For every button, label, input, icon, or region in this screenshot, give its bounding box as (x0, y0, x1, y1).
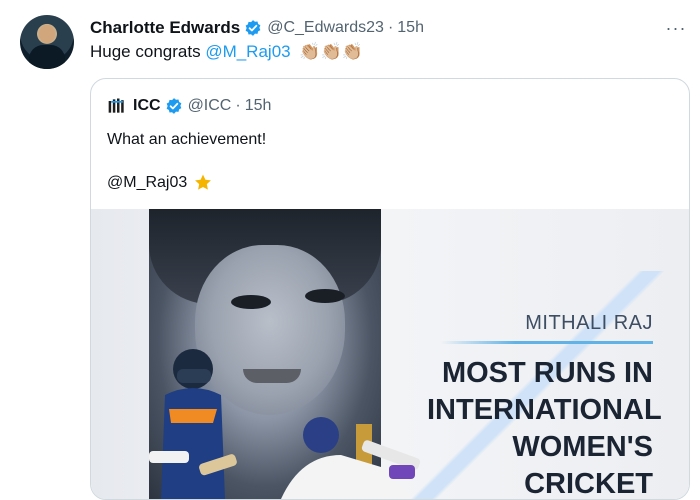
tweet-media-image[interactable]: MITHALI RAJ MOST RUNS IN INTERNATIONAL W… (91, 209, 689, 499)
quoted-time[interactable]: 15h (245, 97, 272, 115)
portrait-mouth (243, 369, 301, 383)
quoted-tweet[interactable]: ICC @ICC · 15h What an achievement! @M_R… (90, 78, 690, 500)
headline: MOST RUNS IN INTERNATIONAL WOMEN'S CRICK… (427, 355, 662, 500)
verified-badge-icon (245, 20, 261, 36)
quoted-mention: @M_Raj03 (107, 174, 188, 191)
quoted-header: ICC @ICC · 15h (107, 95, 271, 117)
headline-line: WOMEN'S (512, 431, 653, 463)
star-icon (195, 174, 212, 190)
verified-badge-icon (166, 98, 181, 114)
headline-line: MOST RUNS IN (441, 357, 653, 389)
headline-line: INTERNATIONAL (427, 394, 662, 426)
author-handle[interactable]: @C_Edwards23 (267, 19, 384, 37)
mention-link[interactable]: @M_Raj03 (205, 42, 290, 61)
avatar-face (39, 25, 55, 43)
tweet-text: Huge congrats @M_Raj03 👏🏼👏🏼👏🏼 (90, 42, 363, 62)
tweet-header: Charlotte Edwards @C_Edwards23 · 15h (90, 16, 424, 40)
author-name[interactable]: Charlotte Edwards (90, 18, 240, 38)
clap-emoji: 👏🏼👏🏼👏🏼 (299, 42, 363, 61)
quoted-mention-line: @M_Raj03 (107, 173, 213, 193)
quoted-text: What an achievement! (107, 131, 267, 148)
avatar-figure (29, 45, 65, 69)
quoted-author-name[interactable]: ICC (133, 97, 161, 115)
icc-logo-icon (108, 98, 124, 113)
author-avatar[interactable] (20, 15, 74, 69)
portrait-eye-right (305, 289, 345, 303)
portrait-eye-left (231, 295, 271, 309)
tweet-text-prefix: Huge congrats (90, 42, 201, 61)
headline-line: CRICKET (524, 468, 653, 500)
tweet-time[interactable]: 15h (397, 19, 424, 37)
headline-rule (441, 341, 653, 344)
separator-dot: · (235, 97, 241, 114)
batter-figure-right (281, 417, 421, 499)
separator-dot: · (387, 19, 394, 36)
more-icon[interactable]: ··· (664, 16, 688, 40)
player-name: MITHALI RAJ (525, 312, 653, 334)
quoted-author-handle[interactable]: @ICC (188, 97, 232, 115)
batter-figure-left (149, 349, 237, 499)
